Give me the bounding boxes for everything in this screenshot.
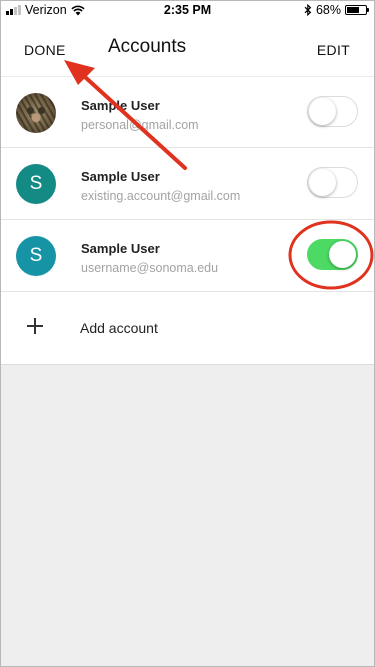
done-button[interactable]: DONE <box>24 42 66 58</box>
account-toggle[interactable] <box>307 167 358 198</box>
toggle-knob <box>329 241 356 268</box>
avatar: S <box>16 236 56 276</box>
account-row[interactable]: S Sample User existing.account@gmail.com <box>0 148 375 220</box>
battery-percent: 68% <box>315 3 341 17</box>
plus-icon <box>26 317 44 335</box>
avatar: S <box>16 164 56 204</box>
status-right: 68% <box>304 3 369 17</box>
account-name: Sample User <box>81 241 160 256</box>
edit-button[interactable]: EDIT <box>317 42 350 58</box>
toggle-knob <box>309 169 336 196</box>
account-email: existing.account@gmail.com <box>81 189 241 203</box>
battery-icon <box>345 5 369 15</box>
account-row[interactable]: Sample User personal@gmail.com <box>0 76 375 148</box>
account-toggle[interactable] <box>307 96 358 127</box>
account-row[interactable]: S Sample User username@sonoma.edu <box>0 220 375 292</box>
account-name: Sample User <box>81 98 160 113</box>
account-email: username@sonoma.edu <box>81 261 219 275</box>
account-name: Sample User <box>81 169 160 184</box>
bluetooth-icon <box>304 4 312 16</box>
avatar-photo <box>16 93 56 133</box>
account-email: personal@gmail.com <box>81 118 199 132</box>
account-toggle[interactable] <box>307 239 358 270</box>
page-title: Accounts <box>108 36 187 57</box>
accounts-list: Sample User personal@gmail.com S Sample … <box>0 76 375 365</box>
add-account-label: Add account <box>80 320 158 336</box>
add-account-row[interactable]: Add account <box>0 292 375 365</box>
status-bar: Verizon 2:35 PM 68% <box>0 0 375 22</box>
nav-header: DONE Accounts EDIT <box>0 22 375 76</box>
toggle-knob <box>309 98 336 125</box>
